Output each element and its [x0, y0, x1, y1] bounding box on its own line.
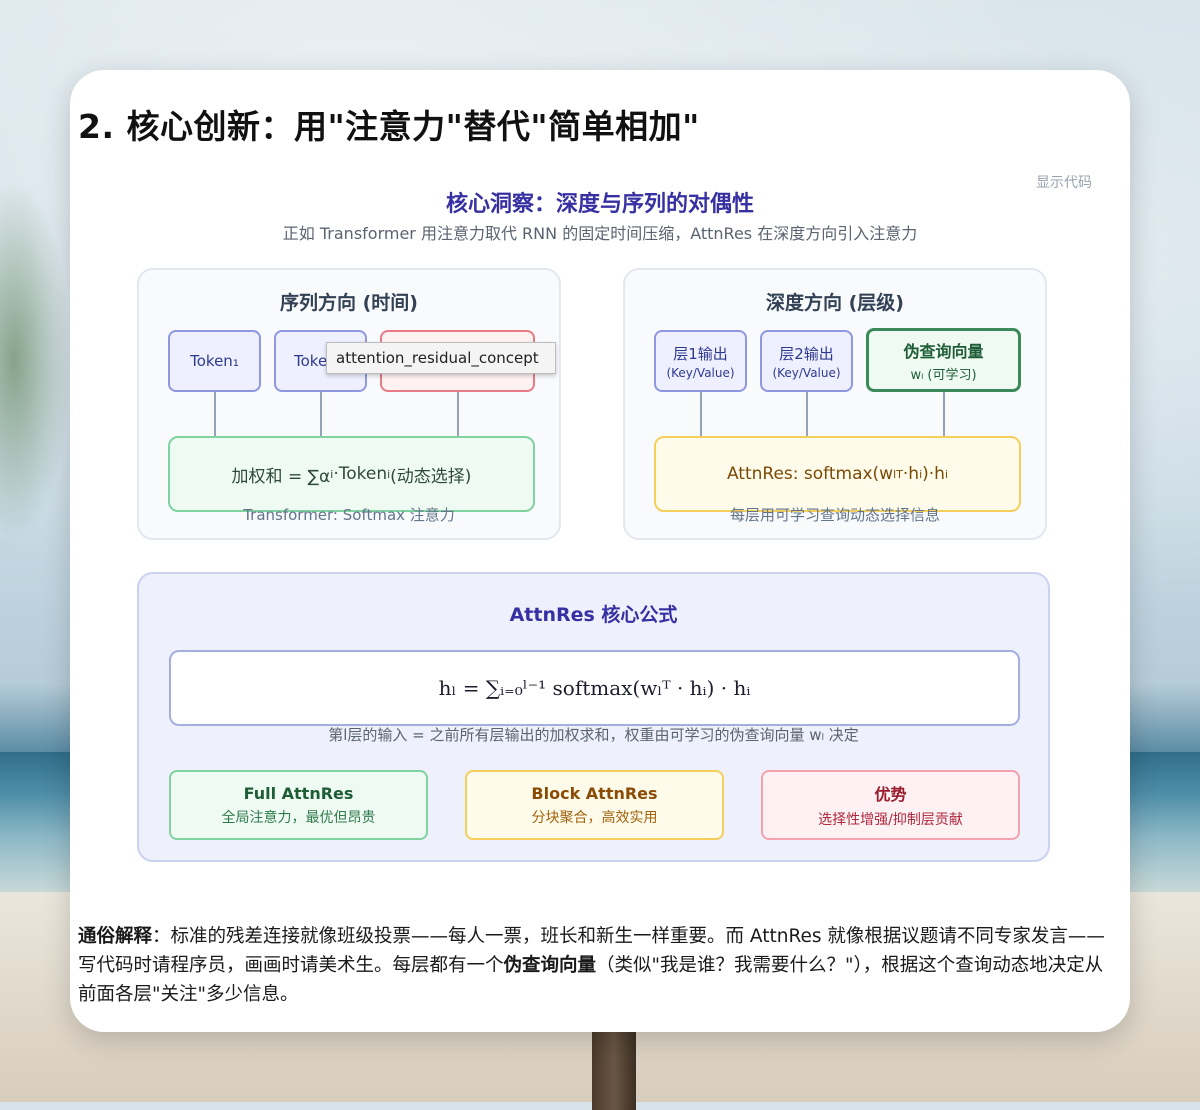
weighted-sum-suffix: (动态选择): [390, 466, 472, 487]
connector-line: [806, 392, 808, 436]
insight-subtitle: 正如 Transformer 用注意力取代 RNN 的固定时间压缩，AttnRe…: [282, 224, 918, 243]
feature-title: Full AttnRes: [243, 783, 354, 803]
attnres-node: AttnRes: softmax(w l T ·h i)·h i: [654, 436, 1021, 512]
connector-line: [214, 392, 216, 436]
connector-line: [457, 392, 459, 436]
feature-desc: 分块聚合，高效实用: [531, 809, 658, 826]
formula-caption: 第l层的输入 = 之前所有层输出的加权求和，权重由可学习的伪查询向量 wₗ 决定: [328, 726, 859, 744]
layer-2-output-node: 层2输出 (Key/Value): [760, 330, 853, 392]
pseudo-query-sub: wₗ (可学习): [910, 367, 977, 383]
insight-title: 核心洞察：深度与序列的对偶性: [445, 192, 754, 217]
feature-desc: 全局注意力，最优但昂贵: [221, 809, 376, 826]
layer-2-sub: (Key/Value): [772, 365, 841, 380]
sequence-panel-title: 序列方向 (时间): [280, 292, 418, 314]
feature-full-attnres: Full AttnRes 全局注意力，最优但昂贵: [169, 770, 428, 840]
connector-line: [320, 392, 322, 436]
weighted-sum-node: 加权和 = ∑α i ·Token i (动态选择): [168, 436, 535, 512]
depth-panel: 深度方向 (层级) 层1输出 (Key/Value) 层2输出 (Key/Val…: [623, 268, 1047, 540]
formula-panel: AttnRes 核心公式 hₗ = ∑ᵢ₌₀ˡ⁻¹ softmax(wₗᵀ · …: [137, 572, 1050, 862]
depth-panel-caption: 每层用可学习查询动态选择信息: [729, 506, 940, 524]
layer-1-sub: (Key/Value): [666, 365, 735, 380]
attnres-mid: ·h: [902, 464, 920, 484]
section-heading: 2. 核心创新：用"注意力"替代"简单相加": [78, 107, 700, 146]
feature-title: Block AttnRes: [531, 783, 658, 803]
background-palm-leaves: [0, 180, 72, 540]
pseudo-query-node: 伪查询向量 wₗ (可学习): [866, 328, 1021, 392]
depth-panel-title: 深度方向 (层级): [766, 292, 904, 314]
formula-box: hₗ = ∑ᵢ₌₀ˡ⁻¹ softmax(wₗᵀ · hᵢ) · hᵢ: [169, 650, 1020, 726]
sub-i: i: [944, 467, 949, 481]
feature-desc: 选择性增强/抑制层贡献: [818, 812, 963, 828]
sup-t: T: [896, 467, 903, 481]
token-1-label: Token₁: [190, 352, 239, 370]
sequence-panel-caption: Transformer: Softmax 注意力: [243, 506, 455, 524]
feature-title: 优势: [874, 785, 907, 804]
weighted-sum-mid: ·Token: [333, 464, 388, 484]
connector-line: [700, 392, 702, 436]
connector-line: [943, 392, 945, 436]
token-2-label: Toke: [294, 352, 328, 370]
content-card: 2. 核心创新：用"注意力"替代"简单相加" 显示代码 核心洞察：深度与序列的对…: [70, 70, 1130, 1032]
attnres-end: )·h: [922, 464, 945, 484]
formula-title: AttnRes 核心公式: [509, 604, 678, 626]
layer-1-output-node: 层1输出 (Key/Value): [654, 330, 747, 392]
background-palm-trunk: [592, 1030, 636, 1110]
feature-block-attnres: Block AttnRes 分块聚合，高效实用: [465, 770, 724, 840]
hover-tooltip: attention_residual_concept: [326, 342, 556, 374]
pseudo-query-title: 伪查询向量: [903, 341, 984, 361]
sequence-panel: 序列方向 (时间) Token₁ Toke 加权和 = ∑α i ·Token i (…: [137, 268, 561, 540]
feature-advantage: 优势 选择性增强/抑制层贡献: [761, 770, 1020, 840]
explanation-label: 通俗解释: [78, 926, 153, 947]
layer-2-title: 层2输出: [779, 344, 834, 363]
plain-explanation: 通俗解释：标准的残差连接就像班级投票——每人一票，班长和新生一样重要。而 Att…: [78, 922, 1108, 1009]
weighted-sum-prefix: 加权和 = ∑α: [231, 466, 331, 487]
layer-1-title: 层1输出: [673, 344, 728, 363]
explanation-bold-term: 伪查询向量: [503, 955, 597, 976]
token-1-node: Token₁: [168, 330, 261, 392]
formula-expression: hₗ = ∑ᵢ₌₀ˡ⁻¹ softmax(wₗᵀ · hᵢ) · hᵢ: [438, 676, 751, 700]
attnres-prefix: AttnRes: softmax(w: [726, 464, 894, 484]
